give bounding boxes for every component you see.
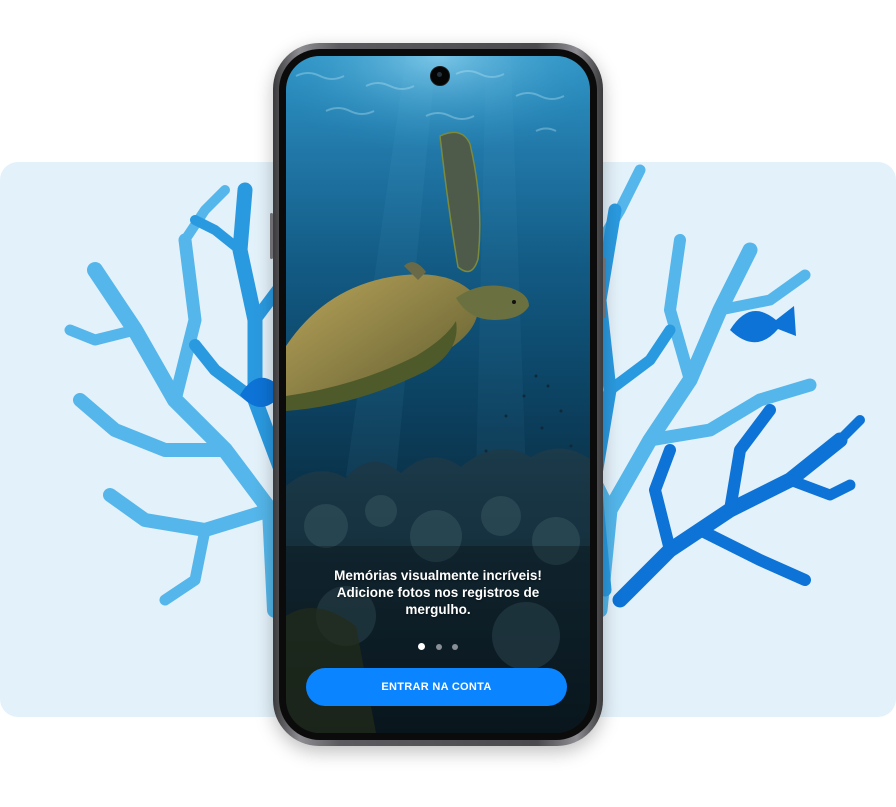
coral-right-illustration (564, 164, 865, 618)
page-dot-3[interactable] (451, 643, 458, 650)
power-button (603, 258, 606, 318)
caption-line-1: Memórias visualmente incríveis! (334, 568, 542, 583)
onboarding-caption: Memórias visualmente incríveis! Adicione… (306, 567, 570, 618)
volume-button (270, 213, 273, 259)
phone-frame: Memórias visualmente incríveis! Adicione… (270, 43, 606, 746)
page-indicator (286, 638, 590, 656)
page-dot-1[interactable] (418, 643, 426, 651)
front-camera-icon (430, 66, 450, 86)
page-dot-2[interactable] (435, 643, 442, 650)
login-button[interactable]: ENTRAR NA CONTA (306, 668, 567, 706)
sea-turtle-photo (286, 56, 590, 733)
caption-line-3: mergulho. (405, 602, 471, 617)
caption-line-2: Adicione fotos nos registros de (336, 585, 540, 600)
app-screen: Memórias visualmente incríveis! Adicione… (286, 56, 590, 733)
